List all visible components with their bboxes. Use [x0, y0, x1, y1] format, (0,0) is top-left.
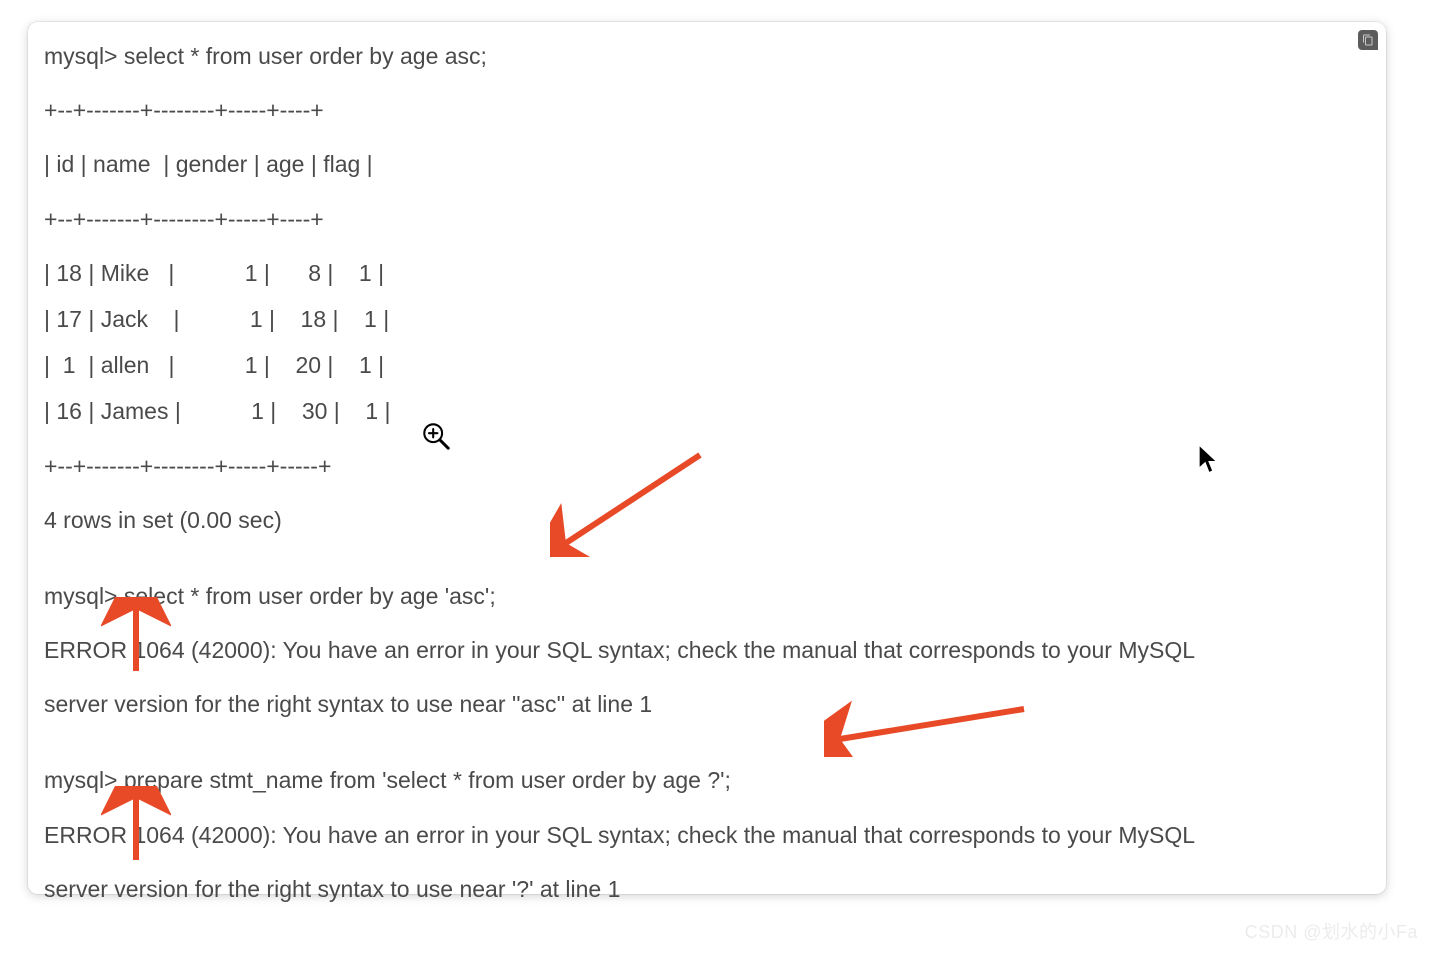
watermark: CSDN @划水的小Fa	[1245, 918, 1418, 944]
table-border: +--+-------+--------+-----+----+	[44, 203, 1370, 235]
error-line: server version for the right syntax to u…	[44, 688, 1370, 720]
error-line: server version for the right syntax to u…	[44, 873, 1370, 905]
table-row: | 1 | allen | 1 | 20 | 1 |	[44, 349, 1370, 381]
table-header: | id | name | gender | age | flag |	[44, 148, 1370, 180]
sql-query-2: mysql> select * from user order by age '…	[44, 580, 1370, 612]
row-count: 4 rows in set (0.00 sec)	[44, 504, 1370, 536]
table-row: | 17 | Jack | 1 | 18 | 1 |	[44, 303, 1370, 335]
sql-query-3: mysql> prepare stmt_name from 'select * …	[44, 764, 1370, 796]
error-line: ERROR 1064 (42000): You have an error in…	[44, 819, 1370, 851]
table-border: +--+-------+--------+-----+----+	[44, 94, 1370, 126]
terminal-card: mysql> select * from user order by age a…	[28, 22, 1386, 894]
table-row: | 18 | Mike | 1 | 8 | 1 |	[44, 257, 1370, 289]
table-border: +--+-------+--------+-----+-----+	[44, 450, 1370, 482]
copy-icon[interactable]	[1358, 30, 1378, 50]
table-row: | 16 | James | 1 | 30 | 1 |	[44, 395, 1370, 427]
sql-query-1: mysql> select * from user order by age a…	[44, 40, 1370, 72]
error-line: ERROR 1064 (42000): You have an error in…	[44, 634, 1370, 666]
